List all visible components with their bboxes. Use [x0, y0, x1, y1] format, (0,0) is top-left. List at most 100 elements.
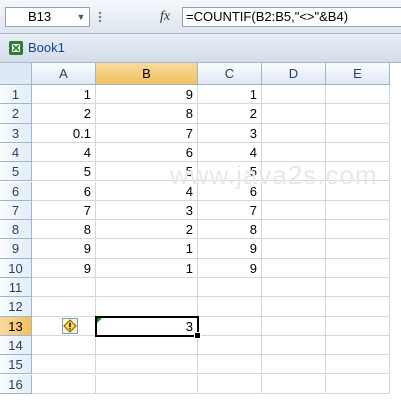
cell-b8[interactable]: 2	[96, 220, 198, 240]
cell-b10[interactable]: 1	[96, 258, 198, 278]
cell-e8[interactable]	[326, 220, 390, 240]
row-header-14[interactable]: 14	[0, 335, 32, 356]
insert-function-button[interactable]: fx	[150, 7, 180, 27]
cell-e16[interactable]	[326, 374, 390, 394]
cell-d9[interactable]	[262, 239, 326, 259]
column-header-c[interactable]: C	[198, 63, 262, 85]
cell-a16[interactable]	[32, 374, 96, 394]
cell-c12[interactable]	[198, 297, 262, 317]
cell-e10[interactable]	[326, 258, 390, 278]
cell-a14[interactable]	[32, 335, 96, 356]
chevron-down-icon[interactable]: ▼	[75, 8, 87, 26]
cell-c1[interactable]: 1	[198, 85, 262, 105]
cell-d11[interactable]	[262, 278, 326, 298]
cell-a1[interactable]: 1	[32, 85, 96, 105]
cell-e3[interactable]	[326, 123, 390, 143]
cell-e2[interactable]	[326, 104, 390, 124]
row-header-7[interactable]: 7	[0, 200, 32, 221]
cell-c2[interactable]: 2	[198, 104, 262, 124]
cell-e11[interactable]	[326, 278, 390, 298]
cell-b12[interactable]	[96, 297, 198, 317]
cell-a11[interactable]	[32, 278, 96, 298]
select-all-corner[interactable]	[0, 63, 32, 85]
cell-b15[interactable]	[96, 355, 198, 375]
column-header-a[interactable]: A	[32, 63, 96, 85]
cell-c15[interactable]	[198, 355, 262, 375]
row-header-15[interactable]: 15	[0, 355, 32, 375]
cell-b13[interactable]: 3	[96, 316, 198, 336]
cell-e12[interactable]	[326, 297, 390, 317]
row-header-4[interactable]: 4	[0, 142, 32, 163]
row-header-3[interactable]: 3	[0, 123, 32, 143]
column-header-b[interactable]: B	[96, 63, 198, 85]
cell-d10[interactable]	[262, 258, 326, 278]
row-header-1[interactable]: 1	[0, 85, 32, 105]
cell-b14[interactable]	[96, 335, 198, 356]
cell-c7[interactable]: 7	[198, 200, 262, 221]
fill-handle[interactable]	[194, 331, 201, 339]
cell-c11[interactable]	[198, 278, 262, 298]
watermark: www.java2s.com	[170, 160, 378, 190]
row-header-11[interactable]: 11	[0, 278, 32, 298]
column-header-d[interactable]: D	[262, 63, 326, 85]
cell-a4[interactable]: 4	[32, 142, 96, 163]
cell-e7[interactable]	[326, 200, 390, 221]
row-header-8[interactable]: 8	[0, 220, 32, 240]
cell-d3[interactable]	[262, 123, 326, 143]
cell-e1[interactable]	[326, 85, 390, 105]
workbook-title: Book1	[28, 40, 65, 55]
cell-a5[interactable]: 5	[32, 162, 96, 182]
cell-b9[interactable]: 1	[96, 239, 198, 259]
cell-e14[interactable]	[326, 335, 390, 356]
cell-b7[interactable]: 3	[96, 200, 198, 221]
cell-b11[interactable]	[96, 278, 198, 298]
cell-b2[interactable]: 8	[96, 104, 198, 124]
cell-a7[interactable]: 7	[32, 200, 96, 221]
formula-input[interactable]: =COUNTIF(B2:B5,"<>"&B4)	[182, 7, 401, 27]
row-header-13[interactable]: 13	[0, 316, 32, 336]
cell-c10[interactable]: 9	[198, 258, 262, 278]
cell-e13[interactable]	[326, 316, 390, 336]
cell-d1[interactable]	[262, 85, 326, 105]
formula-bar: B13 ▼ fx =COUNTIF(B2:B5,"<>"&B4)	[0, 0, 401, 34]
cell-c8[interactable]: 8	[198, 220, 262, 240]
cell-d12[interactable]	[262, 297, 326, 317]
row-header-6[interactable]: 6	[0, 181, 32, 201]
cell-b16[interactable]	[96, 374, 198, 394]
column-header-e[interactable]: E	[326, 63, 390, 85]
cell-c16[interactable]	[198, 374, 262, 394]
cell-a12[interactable]	[32, 297, 96, 317]
cell-d8[interactable]	[262, 220, 326, 240]
cell-d13[interactable]	[262, 316, 326, 336]
cell-d14[interactable]	[262, 335, 326, 356]
cell-c9[interactable]: 9	[198, 239, 262, 259]
cell-a15[interactable]	[32, 355, 96, 375]
cell-c14[interactable]	[198, 335, 262, 356]
cell-a10[interactable]: 9	[32, 258, 96, 278]
cell-d2[interactable]	[262, 104, 326, 124]
cell-b1[interactable]: 9	[96, 85, 198, 105]
row-header-5[interactable]: 5	[0, 162, 32, 182]
row-header-10[interactable]: 10	[0, 258, 32, 278]
cell-d7[interactable]	[262, 200, 326, 221]
cell-a6[interactable]: 6	[32, 181, 96, 201]
cell-d16[interactable]	[262, 374, 326, 394]
row-header-9[interactable]: 9	[0, 239, 32, 259]
error-indicator-icon	[97, 317, 102, 323]
row-header-2[interactable]: 2	[0, 104, 32, 124]
cell-a3[interactable]: 0.1	[32, 123, 96, 143]
cell-e9[interactable]	[326, 239, 390, 259]
excel-workbook-icon	[9, 41, 23, 55]
cell-a8[interactable]: 8	[32, 220, 96, 240]
cell-b3[interactable]: 7	[96, 123, 198, 143]
formula-bar-grip-icon[interactable]	[96, 9, 104, 25]
cell-c3[interactable]: 3	[198, 123, 262, 143]
row-header-16[interactable]: 16	[0, 374, 32, 394]
cell-a9[interactable]: 9	[32, 239, 96, 259]
cell-d15[interactable]	[262, 355, 326, 375]
cell-a2[interactable]: 2	[32, 104, 96, 124]
cell-e15[interactable]	[326, 355, 390, 375]
cell-c13[interactable]	[198, 316, 262, 336]
warning-icon[interactable]	[62, 318, 78, 335]
row-header-12[interactable]: 12	[0, 297, 32, 317]
